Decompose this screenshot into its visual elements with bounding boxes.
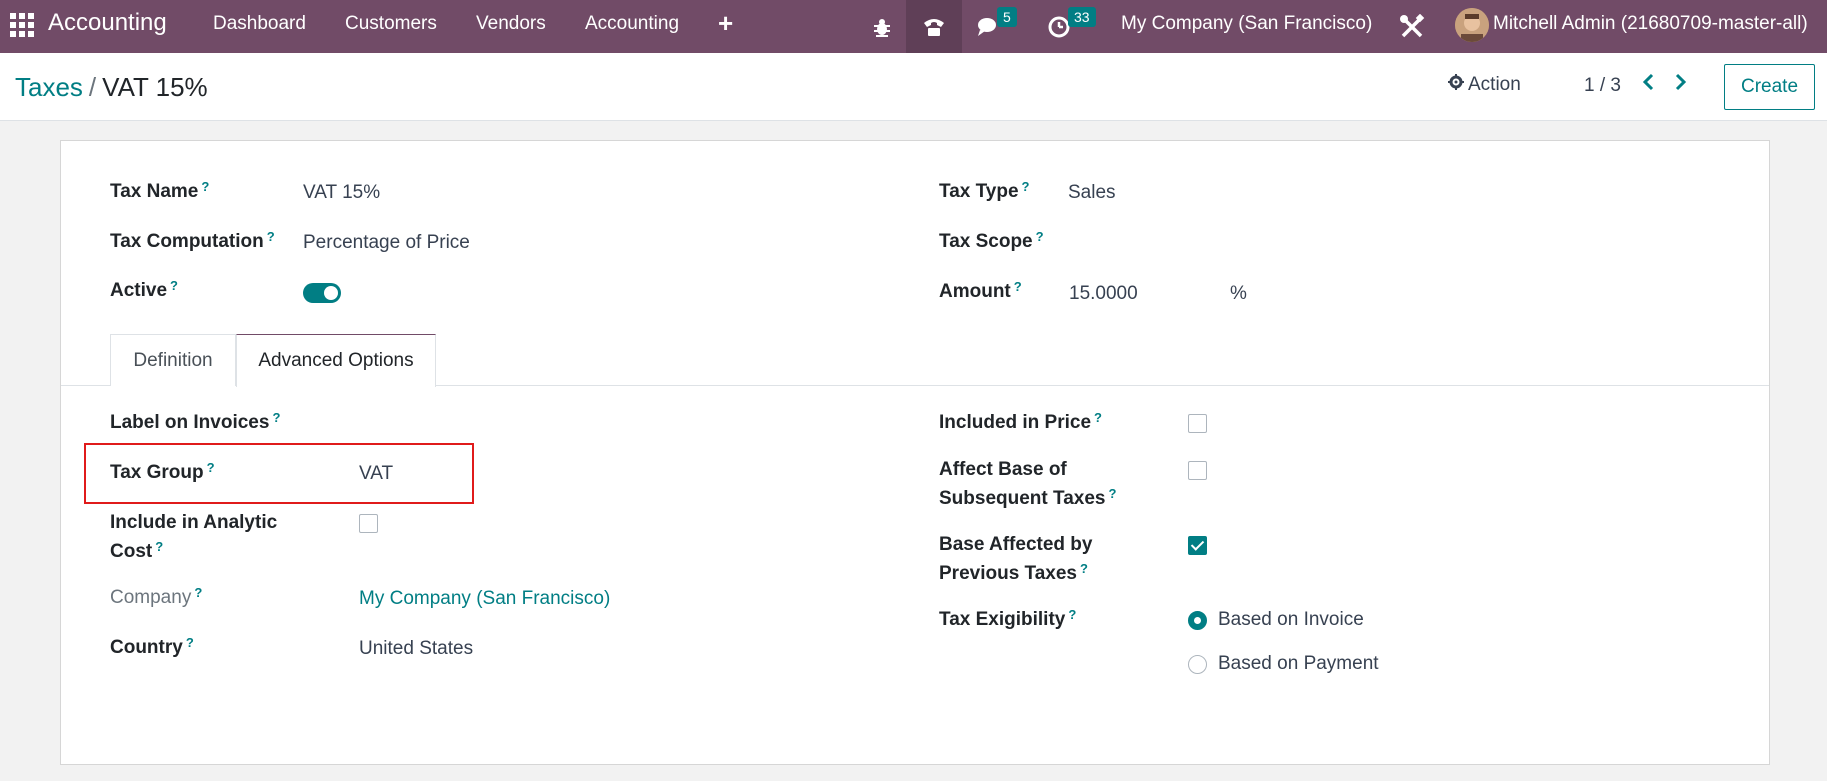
help-icon[interactable]: ? (1108, 486, 1116, 501)
action-button[interactable]: Action (1448, 74, 1521, 96)
label-on-invoices-label: Label on Invoices? (110, 410, 281, 433)
breadcrumb-current: VAT 15% (102, 72, 208, 102)
tab-advanced-options[interactable]: Advanced Options (236, 334, 436, 387)
tools-icon[interactable] (1397, 0, 1427, 53)
tab-definition[interactable]: Definition (110, 334, 236, 386)
gear-icon (1448, 74, 1464, 96)
bug-icon[interactable] (868, 0, 896, 53)
pager-value[interactable]: 1 / 3 (1584, 75, 1621, 97)
include-analytic-checkbox[interactable] (359, 514, 378, 533)
user-avatar[interactable] (1455, 8, 1489, 42)
tax-exigibility-label: Tax Exigibility? (939, 607, 1077, 630)
help-icon[interactable]: ? (207, 460, 215, 475)
breadcrumb-separator: / (88, 72, 97, 102)
exigibility-payment-label[interactable]: Based on Payment (1218, 649, 1379, 678)
amount-field[interactable]: 15.0000 (1069, 279, 1138, 308)
company-field[interactable]: My Company (San Francisco) (359, 584, 610, 613)
help-icon[interactable]: ? (1094, 410, 1102, 425)
messages-badge: 5 (997, 7, 1017, 27)
activities-badge: 33 (1068, 7, 1096, 27)
phone-icon[interactable] (906, 0, 962, 53)
help-icon[interactable]: ? (1080, 561, 1088, 576)
tax-name-label: Tax Name? (110, 179, 210, 202)
include-analytic-label: Include in Analytic Cost? (110, 512, 278, 562)
top-navbar: Accounting Dashboard Customers Vendors A… (0, 0, 1827, 53)
base-affected-label: Base Affected by Previous Taxes? (939, 534, 1093, 584)
tax-group-label: Tax Group? (110, 460, 215, 483)
tax-name-field[interactable]: VAT 15% (303, 178, 380, 207)
help-icon[interactable]: ? (272, 410, 280, 425)
tax-scope-label: Tax Scope? (939, 229, 1044, 252)
exigibility-invoice-radio[interactable] (1188, 611, 1207, 630)
user-menu[interactable]: Mitchell Admin (21680709-master-all) (1493, 13, 1808, 35)
included-in-price-checkbox[interactable] (1188, 414, 1207, 433)
amount-unit: % (1230, 283, 1247, 304)
help-icon[interactable]: ? (194, 585, 202, 600)
menu-accounting[interactable]: Accounting (585, 13, 679, 35)
affect-base-checkbox[interactable] (1188, 461, 1207, 480)
help-icon[interactable]: ? (267, 229, 275, 244)
control-panel: Taxes / VAT 15% Action 1 / 3 Create (0, 53, 1827, 121)
help-icon[interactable]: ? (170, 278, 178, 293)
exigibility-invoice-label[interactable]: Based on Invoice (1218, 605, 1364, 634)
help-icon[interactable]: ? (155, 539, 163, 554)
affect-base-label: Affect Base of Subsequent Taxes? (939, 459, 1117, 509)
help-icon[interactable]: ? (1022, 179, 1030, 194)
help-icon[interactable]: ? (201, 179, 209, 194)
help-icon[interactable]: ? (186, 635, 194, 650)
tax-computation-field[interactable]: Percentage of Price (303, 228, 470, 257)
menu-customers[interactable]: Customers (345, 13, 437, 35)
tax-type-field[interactable]: Sales (1068, 178, 1116, 207)
included-in-price-label: Included in Price? (939, 410, 1102, 433)
pager-previous-icon[interactable] (1641, 73, 1655, 97)
tax-computation-label: Tax Computation? (110, 229, 275, 252)
help-icon[interactable]: ? (1036, 229, 1044, 244)
breadcrumb-taxes-link[interactable]: Taxes (15, 72, 83, 102)
exigibility-payment-radio[interactable] (1188, 655, 1207, 674)
active-toggle[interactable] (303, 283, 341, 303)
create-button[interactable]: Create (1724, 64, 1815, 110)
menu-vendors[interactable]: Vendors (476, 13, 546, 35)
help-icon[interactable]: ? (1014, 279, 1022, 294)
base-affected-checkbox[interactable] (1188, 536, 1207, 555)
amount-label: Amount? (939, 279, 1022, 302)
company-switcher[interactable]: My Company (San Francisco) (1121, 13, 1372, 35)
active-label: Active? (110, 278, 178, 301)
tax-type-label: Tax Type? (939, 179, 1030, 202)
breadcrumb: Taxes / VAT 15% (15, 72, 208, 103)
form-sheet: Tax Name? VAT 15% Tax Computation? Perce… (60, 140, 1770, 765)
app-brand[interactable]: Accounting (48, 9, 167, 37)
apps-menu-icon[interactable] (10, 13, 34, 37)
pager-next-icon[interactable] (1674, 73, 1688, 97)
company-label: Company? (110, 585, 203, 608)
notebook-tabs: Definition Advanced Options (61, 334, 1769, 387)
tax-group-field[interactable]: VAT (359, 459, 393, 488)
country-label: Country? (110, 635, 194, 658)
help-icon[interactable]: ? (1068, 607, 1076, 622)
action-label: Action (1468, 74, 1521, 95)
menu-dashboard[interactable]: Dashboard (213, 13, 306, 35)
country-field[interactable]: United States (359, 634, 473, 663)
plus-icon[interactable]: + (718, 8, 733, 39)
